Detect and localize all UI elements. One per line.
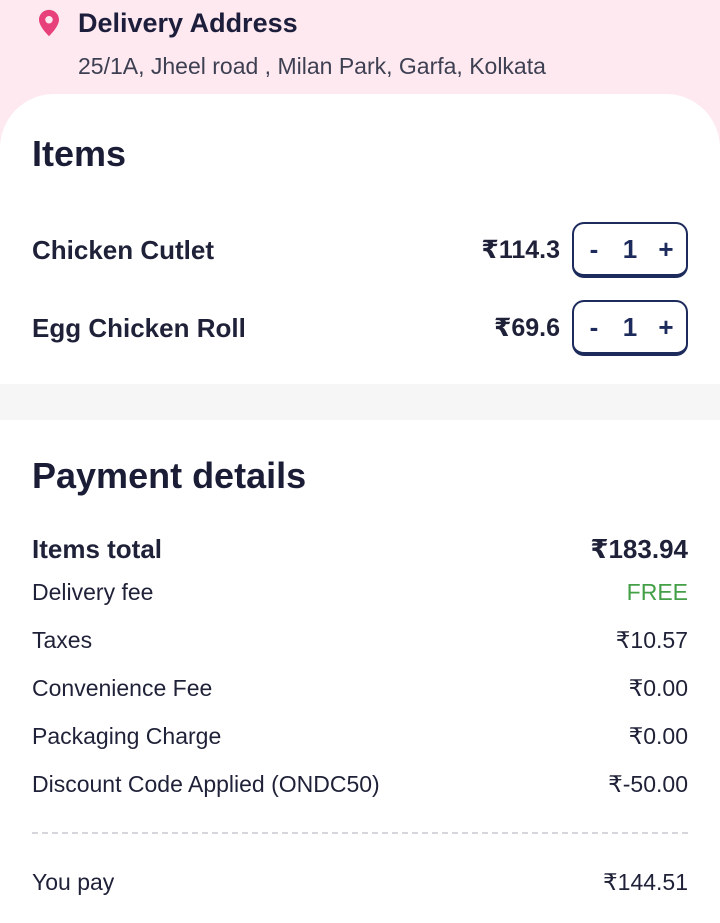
quantity-stepper: - 1 + — [572, 300, 688, 356]
convenience-fee-value: ₹0.00 — [628, 674, 688, 701]
taxes-row: Taxes ₹10.57 — [32, 622, 688, 658]
quantity-stepper: - 1 + — [572, 222, 688, 278]
item-name: Chicken Cutlet — [32, 235, 215, 265]
delivery-fee-row: Delivery fee FREE — [32, 574, 688, 610]
item-name: Egg Chicken Roll — [32, 313, 246, 343]
taxes-label: Taxes — [32, 626, 93, 653]
you-pay-value: ₹144.51 — [603, 868, 688, 895]
item-price: ₹114.3 — [481, 236, 560, 264]
payment-details-title: Payment details — [32, 455, 307, 496]
you-pay-label: You pay — [32, 868, 115, 895]
decrement-button[interactable]: - — [584, 312, 604, 342]
increment-button[interactable]: + — [656, 234, 676, 264]
items-card: Items Chicken Cutlet ₹114.3 - 1 + Egg Ch… — [0, 94, 720, 384]
quantity-value: 1 — [622, 234, 638, 264]
items-total-label: Items total — [32, 533, 163, 564]
item-price: ₹69.6 — [493, 314, 560, 342]
item-row-chicken-cutlet: Chicken Cutlet ₹114.3 - 1 + — [0, 222, 720, 282]
decrement-button[interactable]: - — [584, 234, 604, 264]
taxes-value: ₹10.57 — [615, 626, 688, 653]
convenience-fee-label: Convenience Fee — [32, 674, 213, 701]
delivery-address-text: 25/1A, Jheel road , Milan Park, Garfa, K… — [78, 53, 546, 79]
item-row-egg-chicken-roll: Egg Chicken Roll ₹69.6 - 1 + — [0, 300, 720, 360]
quantity-value: 1 — [622, 312, 638, 342]
items-total-value: ₹183.94 — [590, 533, 688, 564]
packaging-charge-value: ₹0.00 — [628, 722, 688, 749]
payment-details-card: Payment details Items total ₹183.94 Deli… — [0, 420, 720, 923]
convenience-fee-row: Convenience Fee ₹0.00 — [32, 670, 688, 706]
increment-button[interactable]: + — [656, 312, 676, 342]
discount-row: Discount Code Applied (ONDC50) ₹-50.00 — [32, 766, 688, 802]
location-pin-icon — [39, 9, 59, 37]
packaging-charge-row: Packaging Charge ₹0.00 — [32, 718, 688, 754]
delivery-fee-label: Delivery fee — [32, 578, 154, 605]
you-pay-row: You pay ₹144.51 — [32, 864, 688, 900]
delivery-address-title: Delivery Address — [78, 8, 298, 38]
discount-value: ₹-50.00 — [608, 770, 688, 797]
divider — [32, 832, 688, 834]
items-total-row: Items total ₹183.94 — [32, 531, 688, 567]
packaging-charge-label: Packaging Charge — [32, 722, 222, 749]
items-title: Items — [32, 133, 127, 174]
discount-label: Discount Code Applied (ONDC50) — [32, 770, 380, 797]
delivery-fee-value: FREE — [626, 578, 688, 605]
